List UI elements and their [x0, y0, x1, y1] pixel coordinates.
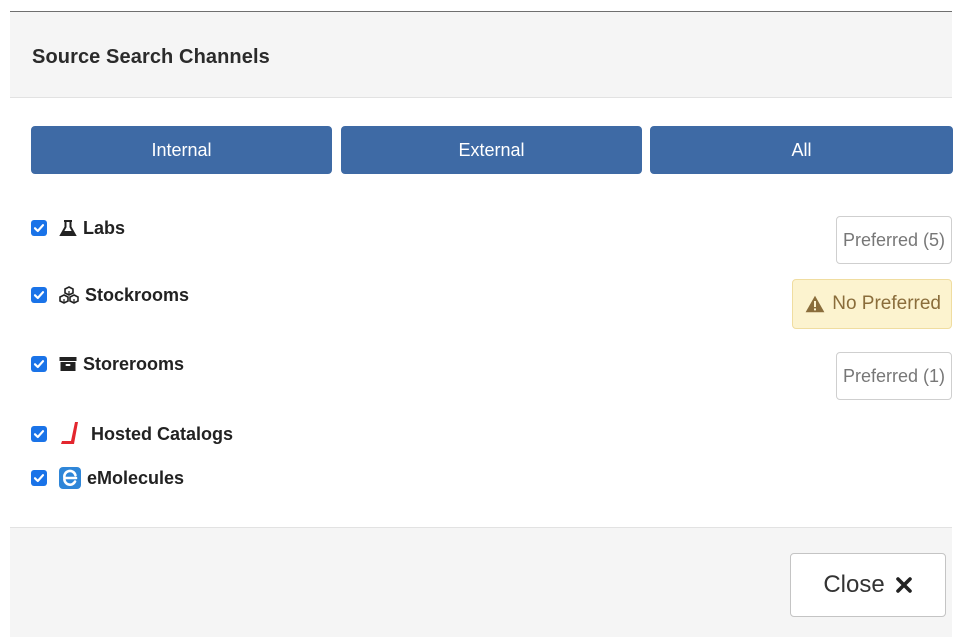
external-filter-button[interactable]: External	[341, 126, 642, 174]
check-icon	[33, 224, 45, 233]
channel-item-storerooms: Storerooms	[31, 349, 184, 379]
all-filter-button[interactable]: All	[650, 126, 953, 174]
labs-preferred-badge[interactable]: Preferred (5)	[835, 216, 952, 264]
warning-icon	[805, 295, 825, 313]
hosted-catalogs-checkbox[interactable]	[31, 426, 47, 442]
archive-icon	[59, 356, 77, 372]
stockrooms-checkbox[interactable]	[31, 287, 47, 303]
dialog-footer: Close	[10, 527, 952, 637]
channel-item-labs: Labs	[31, 213, 125, 243]
flask-icon	[59, 219, 77, 237]
close-button-label: Close	[823, 571, 885, 598]
storerooms-checkbox[interactable]	[31, 356, 47, 372]
close-button[interactable]: Close	[790, 553, 946, 617]
check-icon	[33, 430, 45, 439]
check-icon	[33, 360, 45, 369]
dialog-title: Source Search Channels	[32, 46, 270, 68]
emolecules-logo-icon	[59, 467, 81, 489]
labs-checkbox[interactable]	[31, 220, 47, 236]
channel-label: Stockrooms	[85, 284, 190, 305]
no-preferred-text: No Preferred	[832, 293, 941, 314]
hosted-catalogs-logo-icon	[59, 421, 81, 447]
channel-label: Hosted Catalogs	[91, 423, 234, 444]
channel-label: Labs	[83, 217, 126, 238]
stockrooms-no-preferred-badge[interactable]: No Preferred	[792, 279, 952, 329]
dialog-header: Source Search Channels	[10, 12, 952, 98]
channel-item-emolecules: eMolecules	[31, 463, 184, 493]
channel-label: eMolecules	[87, 467, 185, 488]
emolecules-checkbox[interactable]	[31, 470, 47, 486]
check-icon	[33, 291, 45, 300]
channel-item-hosted-catalogs: Hosted Catalogs	[31, 419, 233, 449]
internal-filter-button[interactable]: Internal	[31, 126, 332, 174]
storerooms-preferred-badge[interactable]: Preferred (1)	[835, 352, 952, 400]
channel-filter-group: Internal External All	[31, 126, 953, 174]
channel-item-stockrooms: Stockrooms	[31, 280, 189, 310]
times-icon	[895, 576, 913, 594]
check-icon	[33, 474, 45, 483]
cubes-icon	[59, 286, 79, 304]
channel-label: Storerooms	[83, 353, 185, 374]
